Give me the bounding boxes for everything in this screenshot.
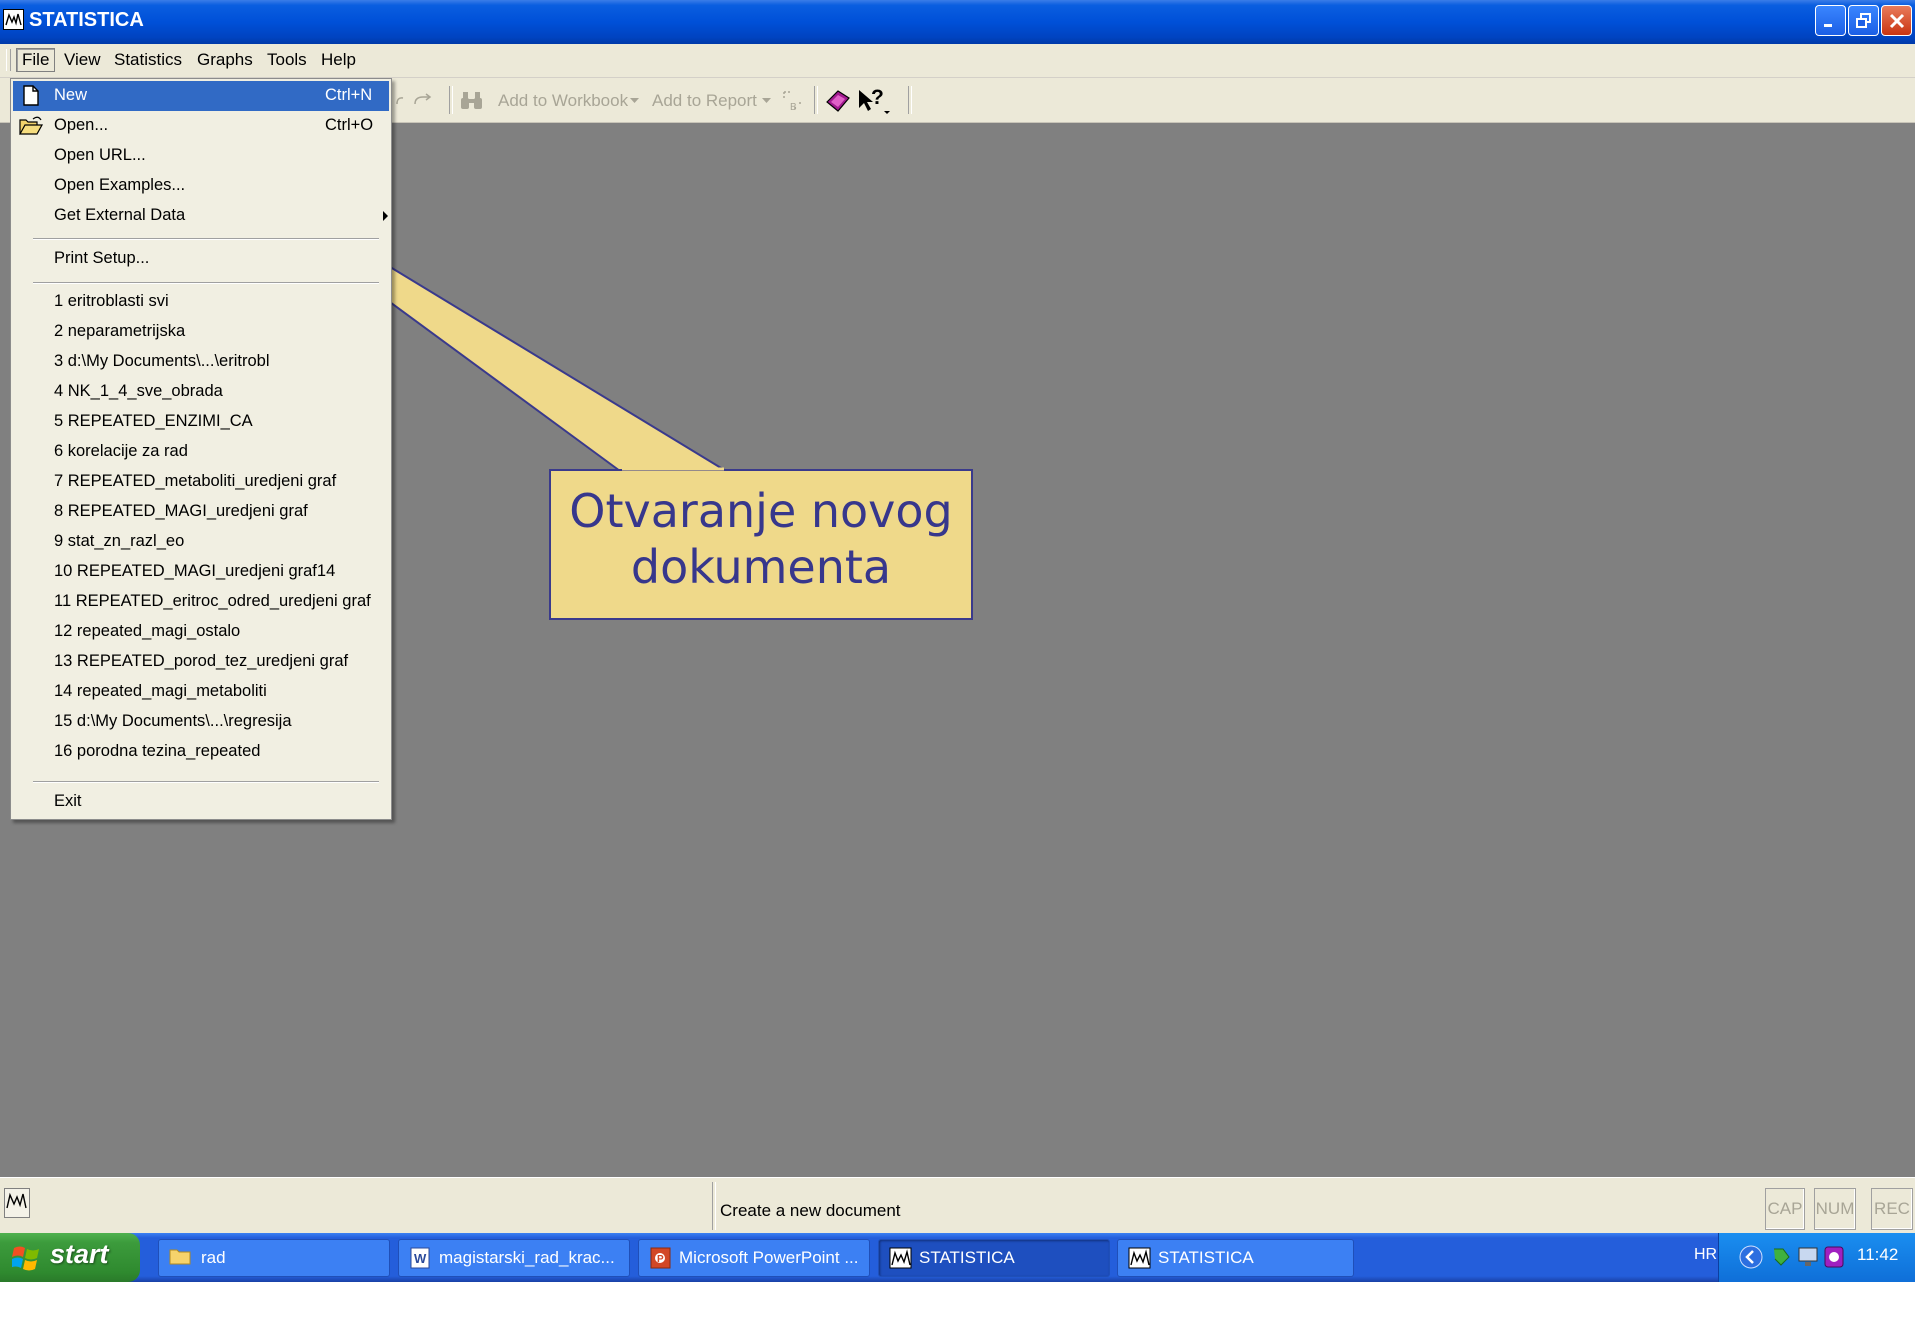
taskbar-item-statistica[interactable]: STATISTICA [1117, 1239, 1354, 1277]
start-label: start [50, 1239, 109, 1269]
menu-separator [33, 238, 379, 240]
menu-item-open-examples[interactable]: Open Examples... [13, 171, 389, 201]
recent-file-label: 14 repeated_magi_metaboliti [54, 682, 267, 700]
recent-file-label: 15 d:\My Documents\...\regresija [54, 712, 292, 730]
menu-item-get-external-data[interactable]: Get External Data [13, 201, 389, 231]
recent-file-label: 8 REPEATED_MAGI_uredjeni graf [54, 502, 308, 520]
taskbar-item-word[interactable]: W magistarski_rad_krac... [398, 1239, 630, 1277]
powerpoint-icon: P [650, 1247, 671, 1269]
taskbar-item-powerpoint[interactable]: P Microsoft PowerPoint ... [638, 1239, 870, 1277]
status-bar: Create a new document CAP NUM REC [0, 1177, 1915, 1234]
menu-item-exit-label: Exit [54, 792, 82, 810]
menu-item-open-shortcut: Ctrl+O [325, 116, 374, 134]
monitor-icon[interactable] [1797, 1245, 1821, 1269]
menu-item-open-examples-label: Open Examples... [54, 176, 186, 194]
system-tray: 11:42 [1718, 1233, 1915, 1282]
menu-item-new[interactable]: New Ctrl+N [13, 81, 389, 111]
antivirus-icon[interactable] [1823, 1245, 1845, 1269]
start-button[interactable]: start [0, 1233, 140, 1282]
recent-file-item[interactable]: 4 NK_1_4_sve_obrada [13, 377, 389, 407]
recent-file-label: 6 korelacije za rad [54, 442, 188, 460]
recent-file-item[interactable]: 9 stat_zn_razl_eo [13, 527, 389, 557]
recent-file-item[interactable]: 16 porodna tezina_repeated [13, 737, 389, 767]
menu-item-open[interactable]: Open... Ctrl+O [13, 111, 389, 141]
word-icon: W [410, 1247, 430, 1269]
taskbar-item-label: magistarski_rad_krac... [439, 1248, 615, 1267]
svg-text:P: P [657, 1254, 664, 1265]
recent-file-item[interactable]: 13 REPEATED_porod_tez_uredjeni graf [13, 647, 389, 677]
num-indicator: NUM [1814, 1188, 1856, 1230]
rec-indicator: REC [1871, 1188, 1913, 1230]
callout-box: Otvaranje novog dokumenta [549, 469, 973, 620]
recent-file-item[interactable]: 8 REPEATED_MAGI_uredjeni graf [13, 497, 389, 527]
statistica-window: STATISTICA File View Statistics Graphs T… [0, 0, 1915, 1282]
recent-file-label: 10 REPEATED_MAGI_uredjeni graf14 [54, 562, 336, 580]
menu-item-exit[interactable]: Exit [13, 787, 389, 817]
recent-file-item[interactable]: 15 d:\My Documents\...\regresija [13, 707, 389, 737]
recent-file-label: 7 REPEATED_metaboliti_uredjeni graf [54, 472, 337, 490]
status-separator [712, 1182, 716, 1230]
menu-item-open-url-label: Open URL... [54, 146, 146, 164]
svg-text:W: W [414, 1251, 427, 1266]
new-document-icon [23, 85, 39, 106]
taskbar-item-label: rad [201, 1248, 226, 1267]
recent-file-item[interactable]: 10 REPEATED_MAGI_uredjeni graf14 [13, 557, 389, 587]
recent-file-item[interactable]: 3 d:\My Documents\...\eritrobl [13, 347, 389, 377]
submenu-arrow-icon [383, 211, 388, 221]
callout-line-1: Otvaranje novog [569, 484, 953, 538]
taskbar-item-label: STATISTICA [1158, 1248, 1254, 1267]
background-area [0, 1282, 1915, 1338]
taskbar-item-rad[interactable]: rad [158, 1239, 390, 1277]
tray-expand-icon[interactable] [1739, 1245, 1763, 1269]
taskbar-item-label: Microsoft PowerPoint ... [679, 1248, 859, 1267]
recent-file-item[interactable]: 14 repeated_magi_metaboliti [13, 677, 389, 707]
file-menu-dropdown: New Ctrl+N Open... Ctrl+O Open URL... Op… [10, 78, 392, 820]
menu-item-open-url[interactable]: Open URL... [13, 141, 389, 171]
statistica-icon [1128, 1247, 1151, 1269]
taskbar: start rad W magistarski_rad_krac... P Mi… [0, 1233, 1915, 1282]
recent-file-label: 4 NK_1_4_sve_obrada [54, 382, 223, 400]
recent-file-label: 11 REPEATED_eritroc_odred_uredjeni graf [54, 592, 371, 610]
menu-item-print-setup[interactable]: Print Setup... [13, 244, 389, 274]
cap-indicator: CAP [1765, 1188, 1805, 1230]
statistica-icon [889, 1247, 912, 1269]
menu-item-new-shortcut: Ctrl+N [325, 86, 373, 104]
open-folder-icon [18, 116, 44, 135]
recent-file-label: 1 eritroblasti svi [54, 292, 169, 310]
folder-icon [169, 1249, 191, 1265]
recent-file-label: 9 stat_zn_razl_eo [54, 532, 185, 550]
windows-logo-icon [12, 1246, 39, 1271]
taskbar-item-label: STATISTICA [919, 1248, 1015, 1267]
menu-separator [33, 282, 379, 284]
recent-file-item[interactable]: 5 REPEATED_ENZIMI_CA [13, 407, 389, 437]
menu-item-open-label: Open... [54, 116, 109, 134]
network-icon[interactable] [1771, 1245, 1793, 1269]
menu-separator [33, 781, 379, 783]
menu-item-get-external-data-label: Get External Data [54, 206, 186, 224]
recent-file-item[interactable]: 6 korelacije za rad [13, 437, 389, 467]
recent-file-label: 3 d:\My Documents\...\eritrobl [54, 352, 270, 370]
recent-file-item[interactable]: 7 REPEATED_metaboliti_uredjeni graf [13, 467, 389, 497]
status-text: Create a new document [720, 1201, 901, 1220]
taskbar-item-statistica-active[interactable]: STATISTICA [878, 1239, 1110, 1277]
callout-line-2: dokumenta [630, 540, 892, 594]
recent-file-label: 5 REPEATED_ENZIMI_CA [54, 412, 253, 430]
recent-file-label: 16 porodna tezina_repeated [54, 742, 261, 760]
language-indicator[interactable]: HR [1694, 1246, 1717, 1264]
recent-file-label: 2 neparametrijska [54, 322, 186, 340]
menu-item-print-setup-label: Print Setup... [54, 249, 150, 267]
menu-item-new-label: New [54, 86, 88, 104]
statistica-icon[interactable] [4, 1188, 30, 1218]
recent-file-item[interactable]: 2 neparametrijska [13, 317, 389, 347]
recent-file-label: 12 repeated_magi_ostalo [54, 622, 241, 640]
recent-file-item[interactable]: 11 REPEATED_eritroc_odred_uredjeni graf [13, 587, 389, 617]
recent-file-item[interactable]: 1 eritroblasti svi [13, 287, 389, 317]
recent-file-item[interactable]: 12 repeated_magi_ostalo [13, 617, 389, 647]
clock[interactable]: 11:42 [1857, 1245, 1898, 1265]
recent-file-label: 13 REPEATED_porod_tez_uredjeni graf [54, 652, 349, 670]
